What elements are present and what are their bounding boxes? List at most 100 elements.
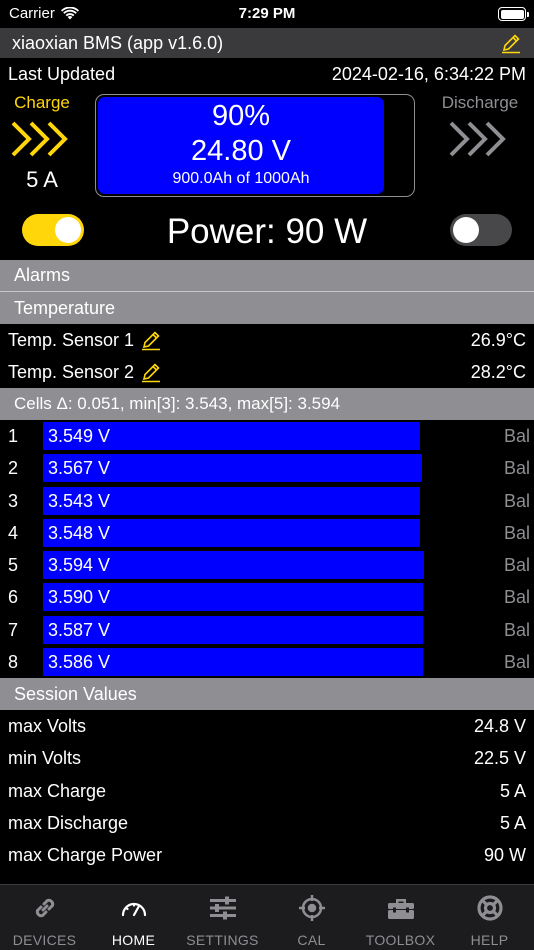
cell-balance-status: Bal [503,619,530,640]
pencil-icon [502,34,520,54]
battery-capacity: 900.0Ah of 1000Ah [172,170,310,187]
battery-icon [498,7,529,21]
session-row: max Volts 24.8 V [0,710,534,742]
session-label: max Discharge [8,812,129,833]
tab-devices[interactable]: DEVICES [0,885,89,950]
charge-label: Charge [14,93,70,112]
temperature-sensor-name: Temp. Sensor 2 [8,361,162,383]
cell-row: 2 3.567 V Bal [0,452,534,484]
link-icon [35,898,54,918]
session-label: max Volts [8,716,87,737]
tab-label: HOME [111,932,156,948]
gauge-icon [121,902,146,917]
sliders-icon [209,896,236,920]
session-header: Session Values [0,678,534,711]
cell-voltage: 3.548 V [48,522,111,543]
pencil-icon [142,363,161,383]
session-row: max Charge Power 90 W [0,840,534,872]
last-updated-value: 2024-02-16, 6:34:22 PM [331,63,526,84]
cell-list: 1 3.549 V Bal 2 3.567 V Bal 3 3.543 V Bal 4 3.548 … [0,420,534,678]
temperature-row: Temp. Sensor 1 26.9°C [0,324,534,356]
cell-index: 6 [8,587,19,608]
cell-balance-status: Bal [503,555,530,576]
tab-help[interactable]: HELP [445,885,534,950]
session-row: max Discharge 5 A [0,807,534,839]
tab-home[interactable]: HOME [89,885,178,950]
temperature-value: 26.9°C [470,329,526,350]
power-row: Power: 90 W [0,208,534,260]
toolbox-icon [387,899,414,919]
session-label: max Charge Power [8,845,163,866]
edit-sensor-name-button[interactable] [140,329,162,351]
cell-voltage: 3.586 V [48,652,111,673]
last-updated-row: Last Updated 2024-02-16, 6:34:22 PM [0,58,534,90]
temperature-sensor-label: Temp. Sensor 1 [8,329,135,350]
cell-voltage: 3.590 V [48,587,111,608]
session-label: max Charge [8,780,107,801]
discharge-label: Discharge [441,93,519,112]
clock: 7:29 PM [238,5,296,22]
edit-name-button[interactable] [500,32,522,54]
edit-sensor-name-button[interactable] [140,361,162,383]
session-row: min Volts 22.5 V [0,743,534,775]
cell-row: 3 3.543 V Bal [0,485,534,517]
session-row: max Charge 5 A [0,775,534,807]
status-bar: Carrier 7:29 PM [0,0,534,28]
charge-indicator: Charge 5 A [0,90,84,193]
battery-panel: Charge 5 A 90% 24.80 V 900.0Ah of 1000Ah… [0,90,534,208]
lifebuoy-icon [476,895,503,921]
temperature-sensor-name: Temp. Sensor 1 [8,329,162,351]
cell-voltage: 3.543 V [48,490,111,511]
cell-row: 5 3.594 V Bal [0,549,534,581]
cell-voltage: 3.567 V [48,458,111,479]
session-label: min Volts [8,748,82,769]
pencil-icon [142,331,161,351]
cell-voltage: 3.594 V [48,555,111,576]
alarms-header: Alarms [0,260,534,292]
cell-balance-status: Bal [503,426,530,446]
cell-index: 8 [8,652,19,673]
cell-row: 6 3.590 V Bal [0,581,534,613]
cell-voltage: 3.587 V [48,619,111,640]
cell-index: 5 [8,555,19,576]
cell-row: 1 3.549 V Bal [0,420,534,452]
tab-cal[interactable]: CAL [267,885,356,950]
cell-row: 8 3.586 V Bal [0,646,534,678]
tab-toolbox[interactable]: TOOLBOX [356,885,445,950]
tab-label: TOOLBOX [365,932,436,948]
session-value: 5 A [499,812,526,833]
cell-balance-status: Bal [503,522,530,543]
temperature-list: Temp. Sensor 1 26.9°C Temp. Sensor 2 28.2°C [0,324,534,388]
cell-voltage: 3.549 V [48,426,111,446]
session-value: 22.5 V [473,748,526,769]
cells-header: Cells Δ: 0.051, min[3]: 3.543, max[5]: 3… [0,388,534,420]
tab-label: HELP [470,932,509,948]
tab-settings[interactable]: SETTINGS [178,885,267,950]
discharge-toggle[interactable] [450,214,512,246]
cell-balance-status: Bal [503,587,530,608]
session-value: 5 A [499,780,526,801]
cell-index: 1 [8,426,19,446]
cell-index: 4 [8,522,19,543]
cell-index: 7 [8,619,19,640]
battery-voltage: 24.80 V [191,135,291,167]
battery-percent: 90% [211,100,271,132]
cell-balance-status: Bal [503,652,530,673]
session-value: 24.8 V [473,716,526,737]
temperature-header: Temperature [0,292,534,324]
session-value: 90 W [483,845,526,866]
discharge-chevrons-icon [426,119,534,164]
tab-label: SETTINGS [186,932,259,948]
cell-index: 3 [8,490,19,511]
last-updated-label: Last Updated [8,63,116,84]
cell-row: 7 3.587 V Bal [0,614,534,646]
charge-chevrons-icon [0,119,84,164]
charge-current: 5 A [26,167,58,192]
discharge-indicator: Discharge [426,90,534,164]
temperature-row: Temp. Sensor 2 28.2°C [0,356,534,388]
crosshair-icon [298,895,325,921]
temperature-value: 28.2°C [470,361,526,382]
cell-index: 2 [8,458,19,479]
cell-balance-status: Bal [503,458,530,479]
battery-gauge: 90% 24.80 V 900.0Ah of 1000Ah [95,94,415,197]
